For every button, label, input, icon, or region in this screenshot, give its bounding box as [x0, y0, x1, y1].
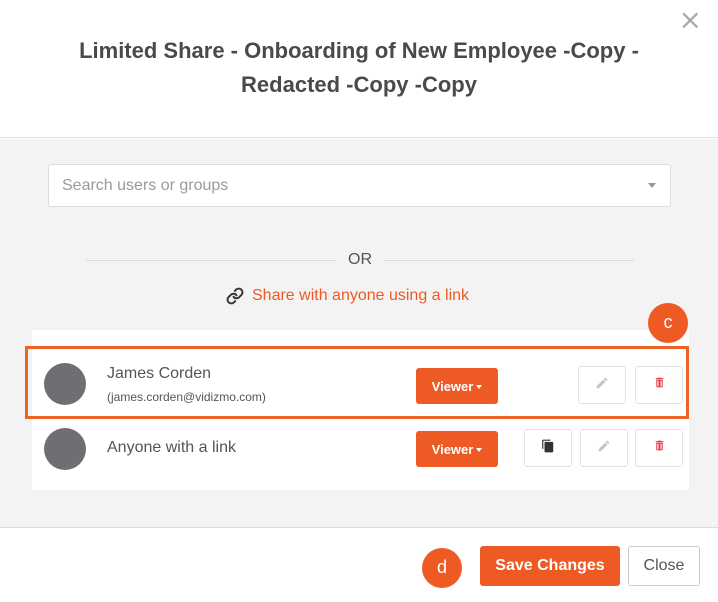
role-dropdown-button[interactable]: Viewer [416, 431, 498, 467]
copy-link-button[interactable] [524, 429, 572, 467]
search-input[interactable] [49, 165, 609, 206]
edit-button[interactable] [580, 429, 628, 467]
caret-down-icon [476, 447, 483, 452]
delete-button[interactable] [635, 429, 683, 467]
copy-icon [541, 438, 555, 459]
dialog-title: Limited Share - Onboarding of New Employ… [79, 38, 639, 97]
avatar [44, 428, 86, 470]
highlight-box [25, 346, 689, 419]
close-button[interactable]: Close [628, 546, 700, 586]
chevron-down-icon[interactable] [648, 183, 656, 188]
annotation-badge-d: d [422, 548, 462, 588]
trash-icon [653, 438, 666, 458]
search-users-field[interactable] [48, 164, 671, 207]
save-changes-button[interactable]: Save Changes [480, 546, 620, 586]
divider-right [384, 260, 634, 261]
role-label: Viewer [431, 441, 474, 457]
divider-left [86, 260, 336, 261]
share-with-link-button[interactable]: Share with anyone using a link [226, 287, 469, 305]
pencil-icon [597, 439, 611, 458]
close-icon[interactable]: × [679, 6, 702, 34]
annotation-badge-c: c [648, 303, 688, 343]
share-user-name: Anyone with a link [107, 439, 236, 456]
or-separator-label: OR [348, 251, 372, 268]
link-icon [226, 287, 244, 305]
share-link-label: Share with anyone using a link [252, 287, 470, 304]
